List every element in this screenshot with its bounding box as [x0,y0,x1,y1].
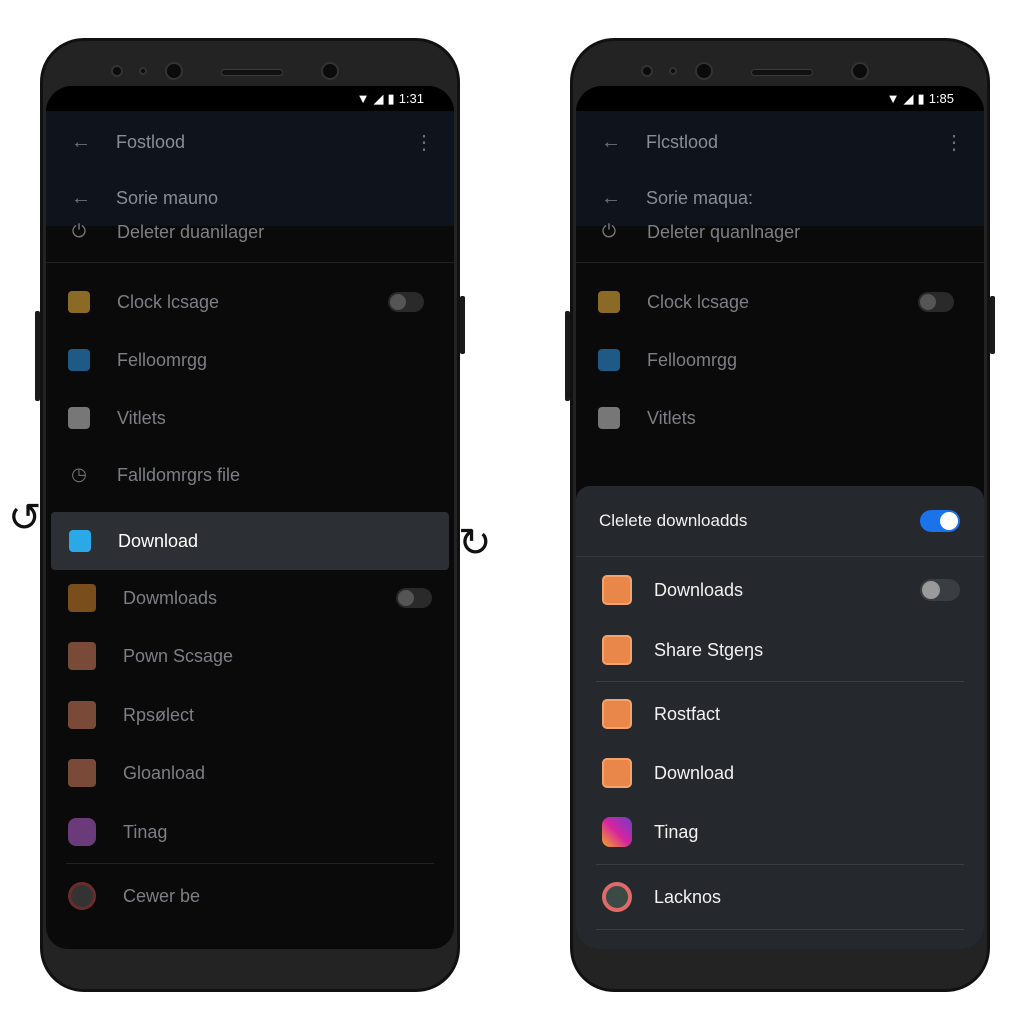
wifi-icon: ▼ [886,91,900,106]
selected-list-item[interactable]: Download [51,512,449,570]
list-item[interactable]: Download [576,748,984,798]
list-item[interactable]: Tinag [46,807,454,857]
list-item[interactable]: Clock lcsage [576,277,984,327]
subtitle: Sorie maqua: [646,187,754,208]
more-options-icon[interactable]: ⋮ [414,130,434,155]
list-item[interactable]: ⏻ Deleter duanilager [46,207,454,257]
clock-time: 1:85 [928,91,954,106]
battery-icon: ▮ [917,90,925,106]
front-camera-icon [851,62,869,80]
divider [596,929,964,930]
back-arrow-icon[interactable]: ← [576,131,646,154]
divider [596,681,964,682]
sensor-icon [139,67,147,75]
list-item[interactable]: Pown Scsage [46,631,454,681]
back-arrow-icon[interactable]: ← [46,131,116,154]
divider [66,863,434,864]
list-item[interactable]: Clock lcsage [46,277,454,327]
camera-icon [68,407,90,429]
sensor-icon [111,65,123,77]
list-item[interactable]: Share Stgeŋs [576,625,984,675]
volume-button [565,311,570,401]
volume-button [35,311,40,401]
battery-icon: ▮ [387,90,395,106]
list-item[interactable]: Vitlets [576,393,984,443]
more-options-icon[interactable]: ⋮ [944,130,964,155]
status-bar: ▼ ◢ ▮ 1:85 [576,86,984,111]
toggle-switch[interactable] [920,579,960,601]
screen: ▼ ◢ ▮ 1:31 ← Fostlood ⋮ ← Sorie mauno ⏻ D… [46,86,454,949]
app-icon [68,759,96,787]
rotate-gesture-arrow-icon: ↺ [8,496,42,540]
front-camera-icon [321,62,339,80]
screen: ▼ ◢ ▮ 1:85 ← Flcstlood ⋮ ← Sorie maqua: … [576,86,984,949]
list-item[interactable]: Felloomrgg [576,335,984,385]
power-button [460,296,465,354]
download-app-icon [602,758,632,788]
download-app-icon [602,575,632,605]
folder-icon [598,349,620,371]
left-phone: ▼ ◢ ▮ 1:31 ← Fostlood ⋮ ← Sorie mauno ⏻ D… [35,38,465,992]
folder-icon [68,349,90,371]
page-title: Flcstlood [646,131,719,152]
toggle-switch-on[interactable] [920,510,960,532]
toggle-switch[interactable] [388,292,424,312]
app-icon [68,642,96,670]
document-app-icon [602,699,632,729]
list-item[interactable]: Dowmloads [46,573,454,623]
instagram-icon [68,818,96,846]
list-item[interactable]: Vitlets [46,393,454,443]
divider [596,864,964,865]
signal-icon: ◢ [373,90,384,106]
folder-icon [68,291,90,313]
divider [576,262,984,263]
list-item[interactable]: Felloomrgg [46,335,454,385]
camera-icon [598,407,620,429]
instagram-icon [602,817,632,847]
camera-icon [165,62,183,80]
page-title: Fostlood [116,131,186,152]
power-button [990,296,995,354]
clock-icon: ◷ [71,464,87,484]
divider [576,556,984,557]
list-item[interactable]: Lacknos [576,872,984,922]
speaker-grille [221,69,283,76]
right-phone: ▼ ◢ ▮ 1:85 ← Flcstlood ⋮ ← Sorie maqua: … [565,38,995,992]
download-icon [69,530,91,552]
list-item[interactable]: Rostfact [576,689,984,739]
clock-time: 1:31 [398,91,424,106]
folder-icon [598,291,620,313]
circle-app-icon [68,882,96,910]
list-item[interactable]: Tinag [576,807,984,857]
signal-icon: ◢ [903,90,914,106]
app-icon [68,701,96,729]
subtitle: Sorie mauno [116,187,219,208]
list-item[interactable]: Downloads [576,565,984,615]
list-item[interactable]: Gloanload [46,748,454,798]
app-icon [68,584,96,612]
sheet-header[interactable]: Clelete downloadds [576,496,984,546]
bottom-sheet: Clelete downloadds Downloads Share Stgeŋ… [576,486,984,949]
sheet-title: Clelete downloadds [599,511,748,530]
divider [46,262,454,263]
speaker-grille [751,69,813,76]
toggle-switch[interactable] [396,588,432,608]
wifi-icon: ▼ [356,91,370,106]
rotate-gesture-arrow-icon: ↻ [458,521,492,565]
share-app-icon [602,635,632,665]
power-icon: ⏻ [71,221,87,241]
circle-app-icon [602,882,632,912]
sensor-icon [641,65,653,77]
list-item[interactable]: ◷ Falldomrgrs file [46,450,454,500]
camera-icon [695,62,713,80]
list-item[interactable]: ⏻ Deleter quanlnager [576,207,984,257]
list-item[interactable]: Rpsølect [46,690,454,740]
sensor-icon [669,67,677,75]
list-item[interactable]: Cewer be [46,871,454,921]
status-bar: ▼ ◢ ▮ 1:31 [46,86,454,111]
power-icon: ⏻ [601,221,617,241]
toggle-switch[interactable] [918,292,954,312]
